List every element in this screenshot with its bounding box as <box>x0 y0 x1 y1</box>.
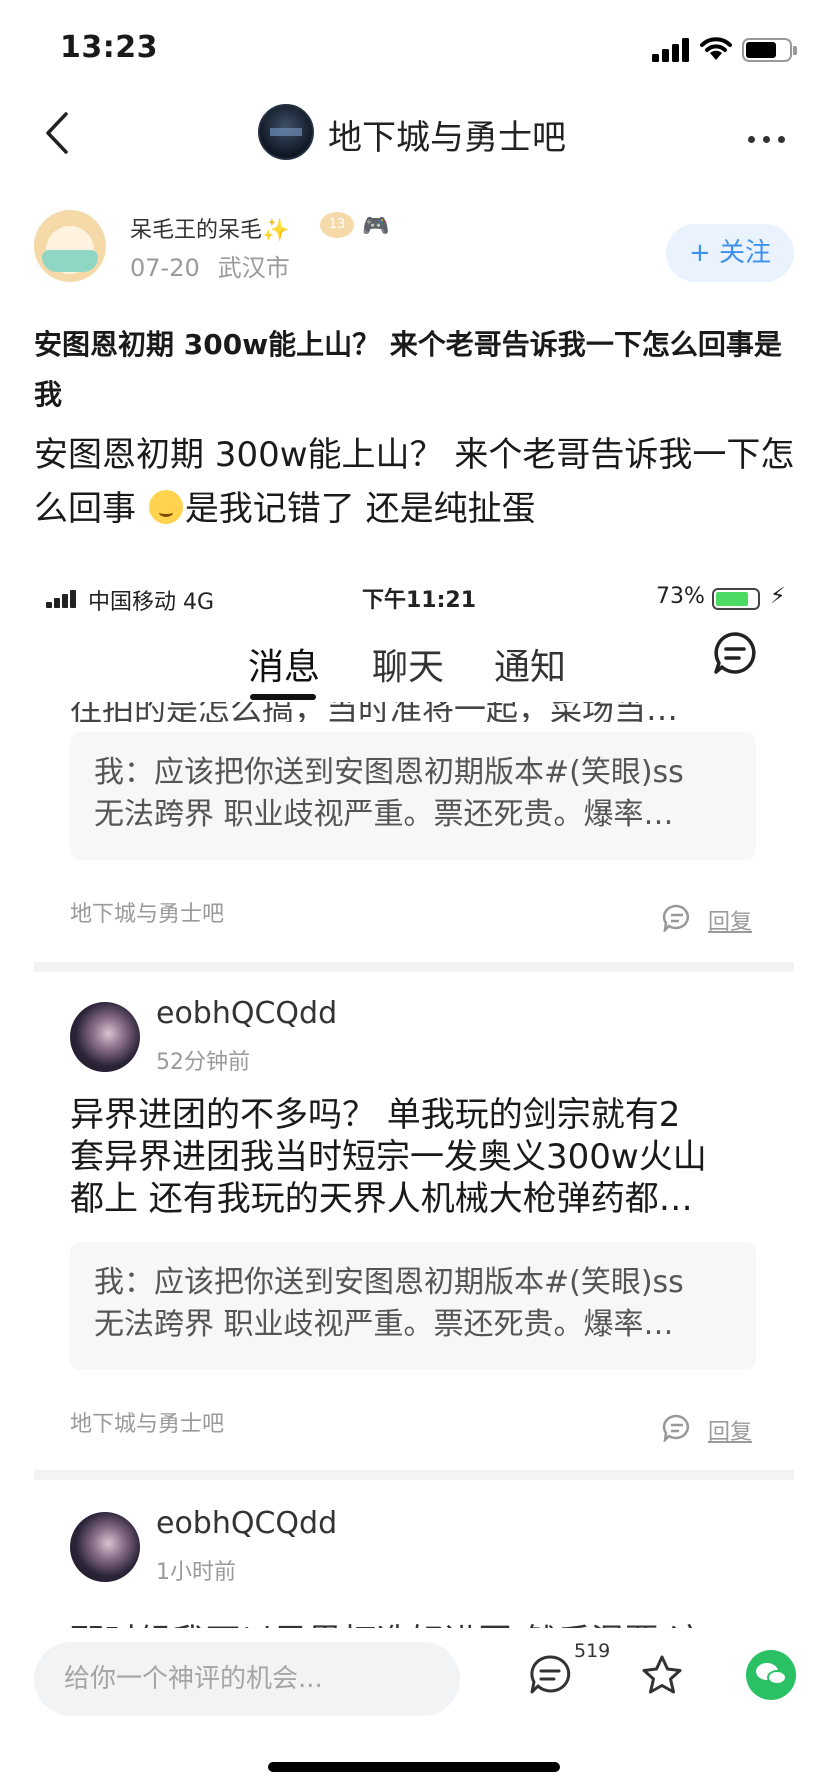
more-icon[interactable] <box>748 128 793 147</box>
comment-time: 1小时前 <box>156 1560 236 1585</box>
gamepad-icon: 🎮 <box>362 214 390 239</box>
quote-line: 我：应该把你送到安图恩初期版本#(笑眼)ss <box>94 1265 684 1300</box>
comment-cut-text: 那时候我可以异界打造好进团 然后混票 这 <box>70 1614 704 1628</box>
commenter-avatar <box>70 1002 140 1072</box>
card-separator <box>34 962 794 972</box>
author-avatar[interactable] <box>34 210 106 282</box>
image-reply-label: 回复 <box>708 910 753 935</box>
image-chat-icon <box>714 632 756 674</box>
post-body: 安图恩初期 300w能上山？ 来个老哥告诉我一下怎么回事 是我记错了 还是纯扯蛋 <box>34 428 796 536</box>
image-battery-percent: 73% <box>656 584 705 609</box>
commenter-name: eobhQCQdd <box>156 996 338 1031</box>
image-forum-label: 地下城与勇士吧 <box>70 1412 225 1437</box>
quote-line: 无法跨界 职业歧视严重。票还死贵。爆率… <box>94 1307 674 1342</box>
image-tab-chat: 聊天 <box>372 647 445 688</box>
image-reply-label: 回复 <box>708 1420 753 1445</box>
forum-title[interactable]: 地下城与勇士吧 <box>328 110 566 159</box>
image-time: 下午11:21 <box>362 588 477 613</box>
reply-icon <box>662 1414 689 1442</box>
post-image[interactable]: 中国移动 4G 下午11:21 73% ⚡ 消息 聊天 通知 往拍的是怎么搞，当… <box>0 570 828 1628</box>
image-battery-icon <box>712 588 760 610</box>
image-signal-icon <box>46 590 80 608</box>
comment-text: 异界进团的不多吗？ 单我玩的剑宗就有2 套异界进团我当时短宗一发奥义300w火山… <box>70 1094 760 1220</box>
reply-icon <box>662 904 689 932</box>
card-separator <box>34 1470 794 1480</box>
post-date: 07-20 <box>130 254 200 282</box>
wechat-share-icon[interactable] <box>746 1650 796 1700</box>
forum-logo[interactable] <box>258 104 314 160</box>
star-icon[interactable] <box>640 1654 684 1696</box>
status-bar: 13:23 <box>0 0 828 100</box>
status-time: 13:23 <box>60 30 158 65</box>
comment-time: 52分钟前 <box>156 1050 250 1075</box>
comment-line: 异界进团的不多吗？ 单我玩的剑宗就有2 <box>70 1095 681 1135</box>
comment-line: 都上 还有我玩的天界人机械大枪弹药都… <box>70 1179 693 1219</box>
image-tab-notify: 通知 <box>494 647 567 688</box>
image-tab-messages: 消息 <box>248 647 321 688</box>
image-tab-bar: 消息 聊天 通知 <box>0 626 828 712</box>
author-name[interactable]: 呆毛王的呆毛✨ <box>130 212 289 244</box>
image-cut-text: 往拍的是怎么搞，当时准将一起，菜场当… <box>70 702 679 722</box>
quote-line: 我：应该把你送到安图恩初期版本#(笑眼)ss <box>94 755 684 790</box>
wifi-icon <box>700 37 732 60</box>
back-icon[interactable] <box>40 110 80 156</box>
comment-input[interactable]: 给你一个神评的机会... <box>34 1642 460 1716</box>
signal-icon <box>652 38 690 62</box>
post-title: 安图恩初期 300w能上山？ 来个老哥告诉我一下怎么回事是我 <box>34 328 782 411</box>
follow-button[interactable]: + 关注 <box>666 224 794 282</box>
quote-line: 无法跨界 职业歧视严重。票还死贵。爆率… <box>94 797 674 832</box>
level-badge: 13 <box>320 212 354 238</box>
comment-icon[interactable] <box>528 1654 572 1696</box>
charging-icon: ⚡ <box>770 584 786 609</box>
nav-bar: 地下城与勇士吧 <box>0 96 828 168</box>
image-quote-box: 我：应该把你送到安图恩初期版本#(笑眼)ss 无法跨界 职业歧视严重。票还死贵。… <box>70 732 756 860</box>
commenter-avatar <box>70 1512 140 1582</box>
post-body-text-2: 是我记错了 还是纯扯蛋 <box>184 489 536 529</box>
comment-count: 519 <box>574 1640 611 1662</box>
post-location: 武汉市 <box>217 254 290 282</box>
image-tab-indicator <box>250 694 316 700</box>
home-indicator <box>268 1762 560 1772</box>
commenter-name: eobhQCQdd <box>156 1506 338 1541</box>
image-status-bar: 中国移动 4G 下午11:21 73% ⚡ <box>0 570 828 626</box>
image-quote-box: 我：应该把你送到安图恩初期版本#(笑眼)ss 无法跨界 职业歧视严重。票还死贵。… <box>70 1242 756 1370</box>
bottom-bar: 给你一个神评的机会... 519 <box>0 1628 828 1792</box>
image-forum-label: 地下城与勇士吧 <box>70 902 225 927</box>
thinking-emoji-icon <box>148 490 183 524</box>
comment-line: 套异界进团我当时短宗一发奥义300w火山 <box>70 1137 707 1177</box>
image-carrier: 中国移动 4G <box>88 590 215 615</box>
battery-icon <box>742 38 797 62</box>
post-meta: 07-20 武汉市 <box>130 248 290 283</box>
